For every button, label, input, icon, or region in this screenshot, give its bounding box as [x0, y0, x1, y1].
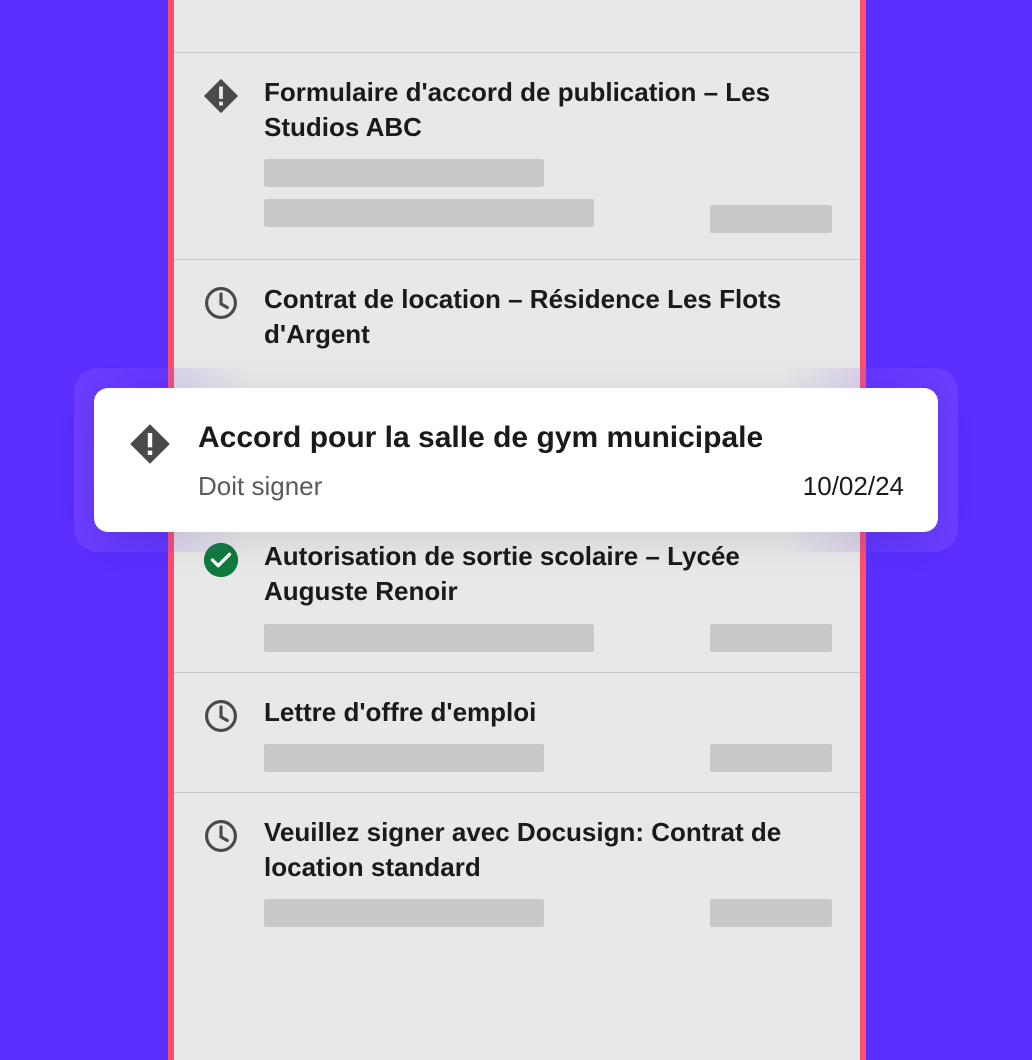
list-item-placeholder: [174, 0, 860, 52]
document-title: Veuillez signer avec Docusign: Contrat d…: [264, 815, 832, 885]
skeleton-line: [264, 624, 594, 652]
skeleton-line: [264, 744, 544, 772]
alert-icon: [128, 422, 172, 466]
document-title: Formulaire d'accord de publication – Les…: [264, 75, 832, 145]
list-item[interactable]: Veuillez signer avec Docusign: Contrat d…: [174, 793, 860, 947]
skeleton-line: [710, 205, 832, 233]
document-title: Contrat de location – Résidence Les Flot…: [264, 282, 832, 352]
list-item[interactable]: Formulaire d'accord de publication – Les…: [174, 53, 860, 259]
skeleton-line: [710, 899, 832, 927]
clock-icon: [202, 697, 240, 735]
clock-icon: [202, 284, 240, 322]
skeleton-line: [264, 159, 544, 187]
list-item[interactable]: Lettre d'offre d'emploi: [174, 673, 860, 792]
highlight-card-wrap: Accord pour la salle de gym municipale D…: [74, 368, 958, 552]
document-title: Lettre d'offre d'emploi: [264, 695, 832, 730]
status-label: Doit signer: [198, 471, 322, 502]
highlight-card[interactable]: Accord pour la salle de gym municipale D…: [94, 388, 938, 532]
skeleton-line: [264, 899, 544, 927]
document-date: 10/02/24: [803, 471, 904, 502]
skeleton-line: [264, 199, 594, 227]
document-title: Accord pour la salle de gym municipale: [198, 418, 904, 457]
skeleton-line: [710, 624, 832, 652]
clock-icon: [202, 817, 240, 855]
alert-icon: [202, 77, 240, 115]
skeleton-line: [710, 744, 832, 772]
